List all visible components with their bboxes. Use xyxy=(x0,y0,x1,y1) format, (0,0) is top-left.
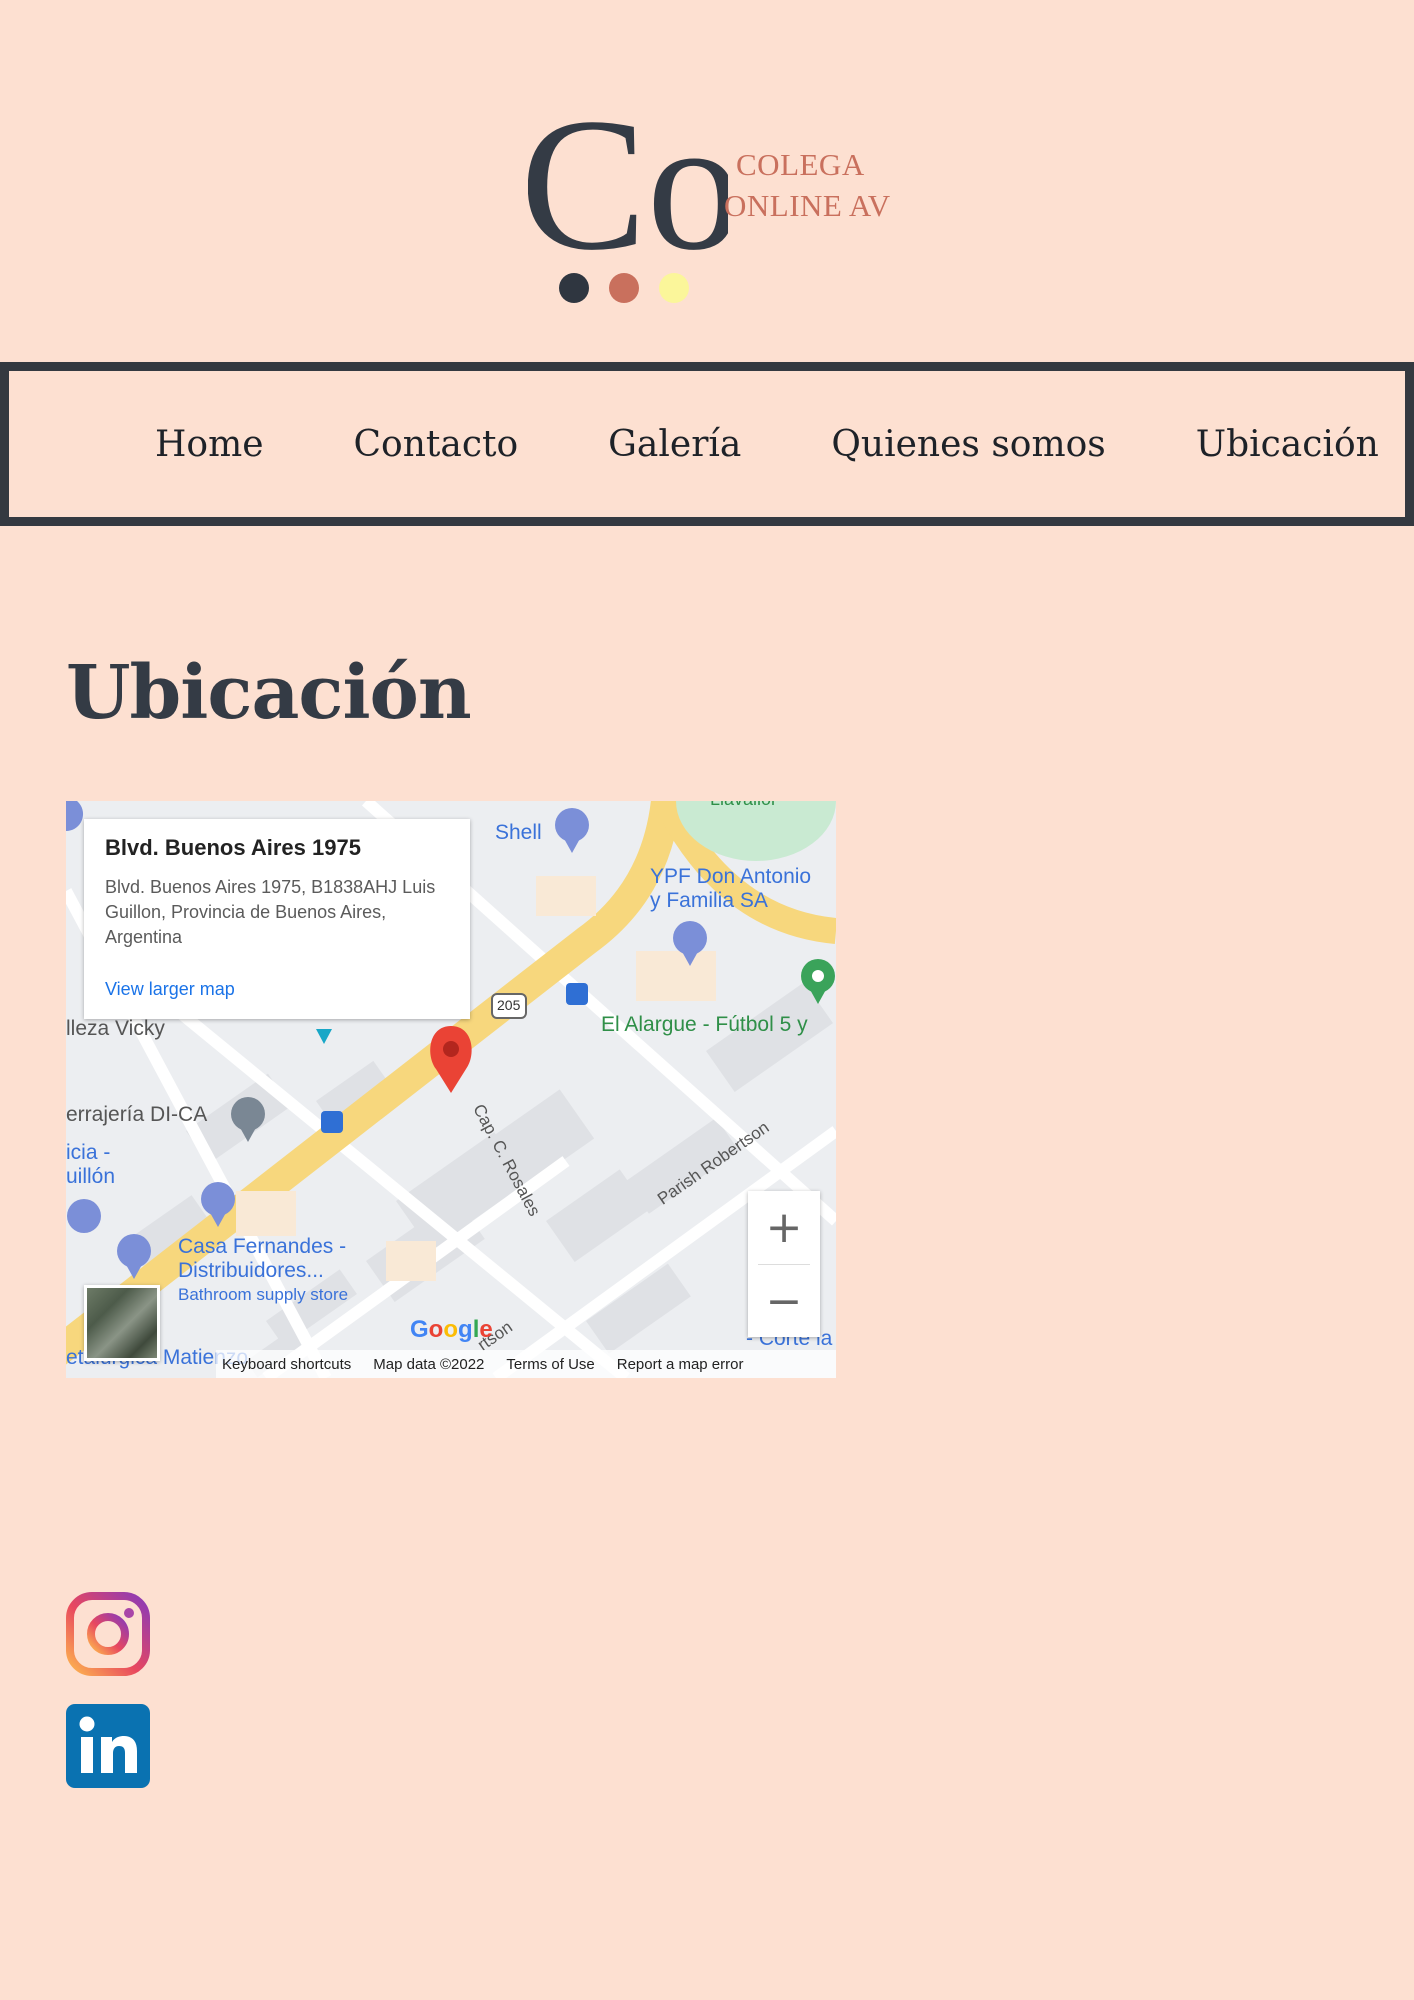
instagram-icon xyxy=(66,1592,150,1676)
map-label-llavallol: Llavallol xyxy=(710,801,775,810)
nav-item-contacto[interactable]: Contacto xyxy=(354,424,519,465)
view-larger-map-link[interactable]: View larger map xyxy=(105,979,235,1000)
map-label-shell[interactable]: Shell xyxy=(495,821,542,845)
logo-wordmark: COLEGA ONLINE AV xyxy=(724,144,891,226)
map-label-ferreteria[interactable]: errajería DI-CA xyxy=(66,1103,207,1127)
google-map-embed[interactable]: Llavallol Shell YPF Don Antonioy Familia… xyxy=(66,801,836,1378)
logo-line-1: COLEGA xyxy=(736,147,865,182)
map-zoom-control: + − xyxy=(748,1191,820,1337)
map-attribution-bar: Keyboard shortcuts Map data ©2022 Terms … xyxy=(216,1350,836,1378)
linkedin-icon xyxy=(66,1704,150,1788)
report-map-error-link[interactable]: Report a map error xyxy=(617,1356,744,1373)
linkedin-link[interactable] xyxy=(66,1704,150,1788)
map-label-icia[interactable]: icia - uillón xyxy=(66,1141,115,1189)
satellite-toggle-button[interactable] xyxy=(84,1285,160,1361)
instagram-link[interactable] xyxy=(66,1592,150,1676)
map-label-ypf[interactable]: YPF Don Antonio y Familia SA xyxy=(650,865,811,913)
terms-of-use-link[interactable]: Terms of Use xyxy=(506,1356,594,1373)
logo-monogram: Co xyxy=(528,100,728,303)
map-label-casa-fernandes[interactable]: Casa Fernandes - Distribuidores... xyxy=(178,1235,346,1283)
nav-item-ubicacion[interactable]: Ubicación xyxy=(1196,424,1379,465)
info-window-title: Blvd. Buenos Aires 1975 xyxy=(105,835,361,860)
logo-dot-yellow xyxy=(659,273,689,303)
logo-monogram-text: Co xyxy=(528,100,728,290)
map-label-bathroom-supply: Bathroom supply store xyxy=(178,1285,349,1304)
nav-item-home[interactable]: Home xyxy=(155,424,264,465)
map-info-window: Blvd. Buenos Aires 1975 Blvd. Buenos Air… xyxy=(84,819,470,1019)
map-label-vicky[interactable]: lleza Vicky xyxy=(66,1017,165,1041)
google-logo: Google xyxy=(410,1316,493,1343)
nav-item-quienes-somos[interactable]: Quienes somos xyxy=(831,424,1105,465)
nav-item-galeria[interactable]: Galería xyxy=(608,424,741,465)
main-navigation: Home Contacto Galería Quienes somos Ubic… xyxy=(0,362,1414,526)
site-logo[interactable]: Co COLEGA ONLINE AV xyxy=(528,100,908,310)
logo-line-2: ONLINE AV xyxy=(724,188,891,223)
zoom-in-button[interactable]: + xyxy=(748,1191,820,1264)
map-data-text: Map data ©2022 xyxy=(373,1355,485,1373)
logo-dot-dark xyxy=(559,273,589,303)
page-title: Ubicación xyxy=(66,650,472,736)
zoom-out-button[interactable]: − xyxy=(748,1265,820,1338)
map-label-route-205: 205 xyxy=(497,997,521,1013)
nav-list: Home Contacto Galería Quienes somos Ubic… xyxy=(9,371,1405,517)
logo-dot-terracotta xyxy=(609,273,639,303)
info-window-address: Blvd. Buenos Aires 1975, B1838AHJ Luis G… xyxy=(105,877,436,947)
keyboard-shortcuts-link[interactable]: Keyboard shortcuts xyxy=(222,1356,351,1373)
map-label-el-alargue[interactable]: El Alargue - Fútbol 5 y xyxy=(601,1013,808,1037)
